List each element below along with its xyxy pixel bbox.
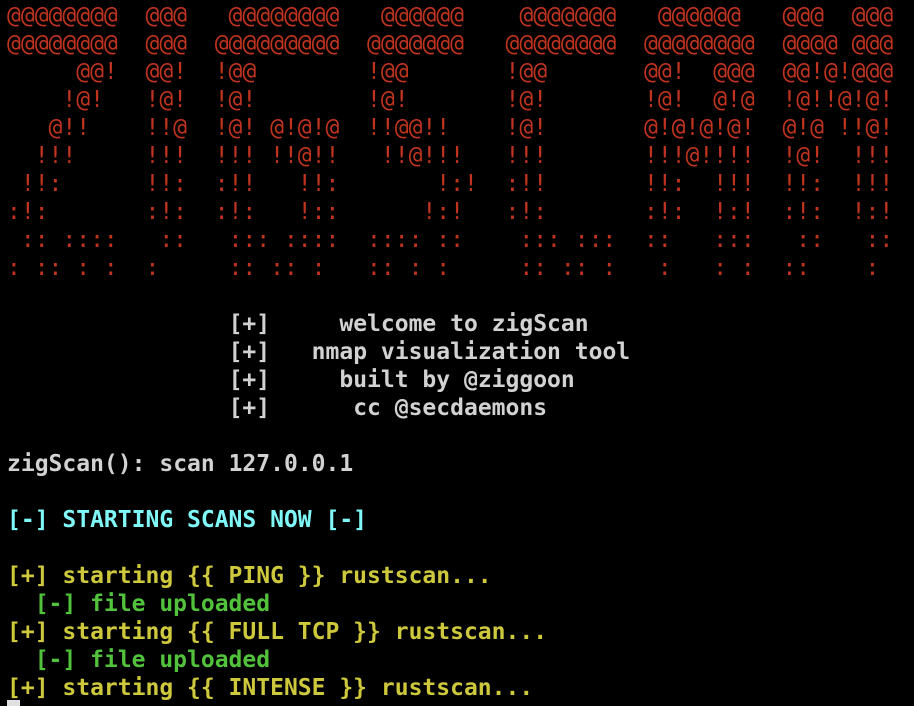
prompt-label: zigScan(): xyxy=(7,451,146,477)
terminal-output: @@@@@@@@ @@@ @@@@@@@@ @@@@@@ @@@@@@@ @@@… xyxy=(7,2,893,702)
command-line: zigScan(): scan 127.0.0.1 xyxy=(7,450,893,478)
log-line-success: [-] file uploaded xyxy=(7,591,271,617)
terminal-cursor[interactable] xyxy=(7,700,20,706)
banner-line: [+] built by @ziggoon xyxy=(7,366,893,394)
ascii-art-line: !!: !!: :!! !!: !:! :!! !!: !!! !!: !!! xyxy=(7,171,894,197)
banner: [+] welcome to zigScan [+] nmap visualiz… xyxy=(7,310,893,422)
log-line-success: [-] file uploaded xyxy=(7,647,271,673)
banner-text: cc @secdaemons xyxy=(270,395,548,421)
ascii-art-line: @!! !!@ !@! @!@!@ !!@@!! !@! @!@!@!@! @!… xyxy=(7,115,894,141)
banner-line: [+] cc @secdaemons xyxy=(7,394,893,422)
status-line: [-] STARTING SCANS NOW [-] xyxy=(7,507,368,533)
banner-line: [+] nmap visualization tool xyxy=(7,338,893,366)
ascii-art-line: @@@@@@@@ @@@ @@@@@@@@ @@@@@@ @@@@@@@ @@@… xyxy=(7,3,894,29)
log-line-progress: [+] starting {{ FULL TCP }} rustscan... xyxy=(7,619,548,645)
ascii-art-line: @@@@@@@@ @@@ @@@@@@@@@ @@@@@@@ @@@@@@@@ … xyxy=(7,31,894,57)
banner-text: welcome to zigScan xyxy=(270,311,589,337)
ascii-art-line: !@! !@! !@! !@! !@! !@! @!@ !@!!@!@! xyxy=(7,87,894,113)
bullet: [+] xyxy=(228,367,271,393)
log-line-progress: [+] starting {{ INTENSE }} rustscan... xyxy=(7,675,534,701)
ascii-art-line: :: :::: :: ::: :::: :::: :: ::: ::: :: :… xyxy=(7,227,894,253)
banner-text: nmap visualization tool xyxy=(270,339,631,365)
ascii-art-logo: @@@@@@@@ @@@ @@@@@@@@ @@@@@@ @@@@@@@ @@@… xyxy=(7,2,893,282)
ascii-art-line: @@! @@! !@@ !@@ !@@ @@! @@@ @@!@!@@@ xyxy=(7,59,894,85)
banner-text: built by @ziggoon xyxy=(270,367,575,393)
log-line-progress: [+] starting {{ PING }} rustscan... xyxy=(7,563,492,589)
bullet: [+] xyxy=(228,395,271,421)
ascii-art-line: :!: :!: :!: !:: !:! :!: :!: !:! :!: !:! xyxy=(7,199,894,225)
banner-line: [+] welcome to zigScan xyxy=(7,310,893,338)
bullet: [+] xyxy=(228,339,271,365)
command-text: scan 127.0.0.1 xyxy=(159,451,354,477)
ascii-art-line: : :: : : : :: :: : :: : : :: :: : : : : … xyxy=(7,255,894,281)
ascii-art-line: !!! !!! !!! !!@!! !!@!!! !!! !!!@!!!! !@… xyxy=(7,143,894,169)
bullet: [+] xyxy=(228,311,271,337)
